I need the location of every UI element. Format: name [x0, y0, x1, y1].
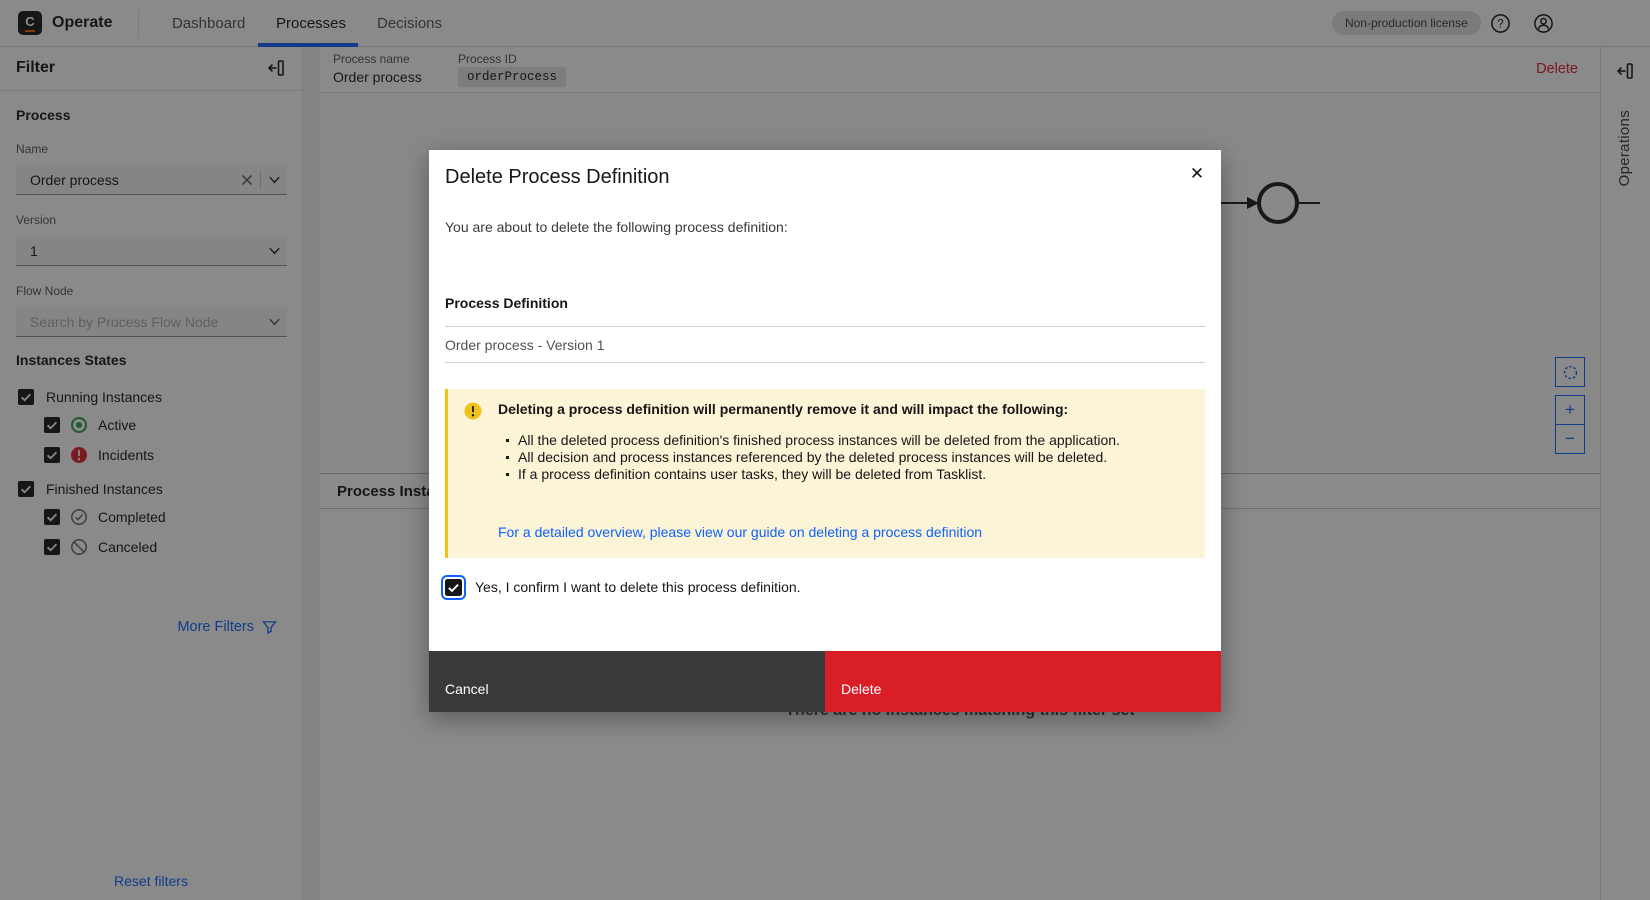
confirm-delete-button[interactable]: Delete [825, 651, 1221, 712]
confirm-checkbox-row[interactable]: Yes, I confirm I want to delete this pro… [445, 579, 1205, 596]
confirm-checkbox-label: Yes, I confirm I want to delete this pro… [475, 579, 801, 595]
modal-body: You are about to delete the following pr… [429, 218, 1221, 596]
divider [445, 362, 1205, 363]
process-definition-value: Order process - Version 1 [445, 327, 1205, 362]
deletion-guide-link[interactable]: For a detailed overview, please view our… [498, 524, 982, 540]
delete-process-definition-modal: Delete Process Definition ✕ You are abou… [429, 150, 1221, 712]
warning-notification: Deleting a process definition will perma… [445, 389, 1205, 558]
warning-content: Deleting a process definition will perma… [498, 400, 1120, 542]
warning-heading: Deleting a process definition will perma… [498, 400, 1120, 418]
modal-intro-text: You are about to delete the following pr… [445, 218, 1205, 236]
process-definition-section-title: Process Definition [445, 294, 1205, 312]
warning-bullet: All the deleted process definition's fin… [498, 432, 1120, 449]
warning-bullet-list: All the deleted process definition's fin… [498, 432, 1120, 484]
confirm-checkbox-checked[interactable] [445, 579, 462, 596]
warning-bullet: All decision and process instances refer… [498, 449, 1120, 466]
modal-header: Delete Process Definition ✕ [429, 150, 1221, 190]
modal-title: Delete Process Definition [445, 164, 1205, 190]
warning-icon [464, 402, 482, 420]
close-icon[interactable]: ✕ [1183, 160, 1211, 188]
modal-footer: Cancel Delete [429, 651, 1221, 712]
warning-bullet: If a process definition contains user ta… [498, 466, 1120, 483]
cancel-button[interactable]: Cancel [429, 651, 825, 712]
